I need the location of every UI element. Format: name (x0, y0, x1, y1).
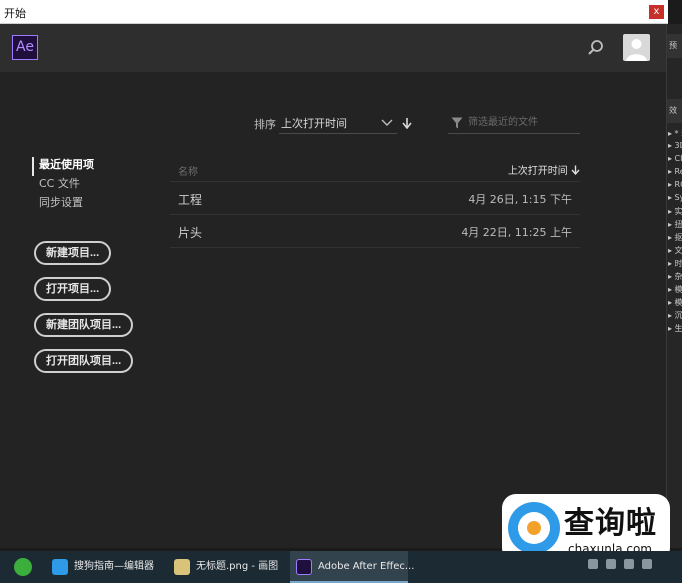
table-row[interactable]: 工程 4月 26日, 1:15 下午 (170, 182, 580, 215)
side-panel-item[interactable]: ▸ CIN (668, 154, 682, 167)
taskbar-item-label: 搜狗指南—编辑器 (74, 561, 154, 572)
filter-input[interactable] (468, 114, 578, 131)
side-panel-item[interactable]: ▸ 模 (668, 284, 682, 297)
sort-label: 排序 (254, 118, 276, 131)
new-project-button[interactable]: 新建项目... (34, 241, 112, 265)
ae-app-icon (296, 559, 312, 575)
effects-panel-tab[interactable]: 效 (667, 99, 682, 123)
side-panel-item[interactable]: ▸ * 动 (668, 128, 682, 141)
row-name: 工程 (178, 193, 203, 207)
sidebar-nav: 最近使用项 CC 文件 同步设置 (32, 157, 94, 214)
watermark-cn-text: 查询啦 (564, 506, 657, 541)
tray-misc-icon[interactable] (642, 559, 652, 569)
side-panel-item[interactable]: ▸ RG (668, 180, 682, 193)
side-panel-item[interactable]: ▸ 杂 (668, 271, 682, 284)
user-avatar-icon[interactable] (623, 34, 650, 61)
side-panel-item[interactable]: ▸ 文 (668, 245, 682, 258)
start-dialog: Ae 排序 上次打开时间 最近使用项 CC 文件 (0, 24, 666, 548)
sidebar-item-cc-files[interactable]: CC 文件 (32, 176, 94, 195)
watermark-q-icon (508, 502, 560, 554)
side-panel-tab-label: 预 (669, 41, 677, 50)
side-panel-item[interactable]: ▸ 生 (668, 323, 682, 336)
column-header-name[interactable]: 名称 (178, 163, 198, 178)
ae-logo: Ae (12, 35, 38, 60)
column-header-last-opened-label: 上次打开时间 (507, 166, 568, 177)
open-project-button[interactable]: 打开项目... (34, 277, 112, 301)
chevron-down-icon (381, 117, 393, 130)
sort-direction-arrow-icon[interactable] (402, 117, 412, 132)
window-close-button[interactable]: x (649, 5, 664, 19)
row-time: 4月 26日, 1:15 下午 (468, 193, 572, 206)
table-row[interactable]: 片头 4月 22日, 11:25 上午 (170, 215, 580, 248)
tray-wechat-icon[interactable] (588, 559, 598, 569)
sogou-app-icon (52, 559, 68, 575)
search-icon[interactable] (586, 38, 606, 58)
taskbar-item-paint[interactable]: 无标题.png - 画图 (168, 551, 286, 583)
side-panel-tab[interactable]: 预 (667, 34, 682, 58)
side-panel-item[interactable]: ▸ 时 (668, 258, 682, 271)
open-team-project-button[interactable]: 打开团队项目... (34, 349, 134, 373)
side-panel-item[interactable]: ▸ 模 (668, 297, 682, 310)
row-name: 片头 (178, 226, 203, 240)
row-time: 4月 22日, 11:25 上午 (461, 226, 572, 239)
side-panel-item[interactable]: ▸ 3D (668, 141, 682, 154)
start-orb-icon[interactable] (14, 558, 32, 576)
dialog-header: Ae (0, 24, 666, 72)
side-panel-item[interactable]: ▸ Syn (668, 193, 682, 206)
sort-dropdown[interactable]: 上次打开时间 (279, 112, 397, 134)
tray-network-icon[interactable] (606, 559, 616, 569)
window-titlebar: 开始 x (0, 0, 668, 24)
taskbar-item-sogou[interactable]: 搜狗指南—编辑器 (46, 551, 164, 583)
side-panel-item[interactable]: ▸ 实 (668, 206, 682, 219)
filter-funnel-icon (451, 117, 463, 132)
system-tray (588, 559, 682, 575)
taskbar-item-label: Adobe After Effec... (318, 561, 415, 572)
sort-arrow-down-icon (571, 165, 580, 176)
side-panel-item[interactable]: ▸ 抠 (668, 232, 682, 245)
ae-side-panel: 预 效 ▸ * 动 ▸ 3D ▸ CIN ▸ Red ▸ RG ▸ Syn ▸ … (666, 24, 682, 548)
column-header-last-opened[interactable]: 上次打开时间 (508, 162, 580, 177)
filter-field[interactable] (448, 112, 580, 134)
sidebar-item-recent[interactable]: 最近使用项 (32, 157, 94, 176)
new-team-project-button[interactable]: 新建团队项目... (34, 313, 134, 337)
table-header: 名称 上次打开时间 (170, 158, 580, 182)
side-panel-item[interactable]: ▸ 扭 (668, 219, 682, 232)
taskbar-item-after-effects[interactable]: Adobe After Effec... (290, 551, 414, 583)
paint-app-icon (174, 559, 190, 575)
windows-taskbar: 搜狗指南—编辑器 无标题.png - 画图 Adobe After Effec.… (0, 551, 682, 583)
sidebar-item-sync-settings[interactable]: 同步设置 (32, 195, 94, 214)
taskbar-item-label: 无标题.png - 画图 (196, 561, 279, 572)
window-title: 开始 (4, 7, 26, 20)
recent-files-table: 名称 上次打开时间 工程 4月 26日, 1:15 下午 片头 4月 22日, … (170, 158, 580, 248)
effects-panel-tab-label: 效 (669, 106, 677, 115)
side-panel-item[interactable]: ▸ 沉 (668, 310, 682, 323)
tray-volume-icon[interactable] (624, 559, 634, 569)
sort-dropdown-value: 上次打开时间 (281, 117, 347, 130)
side-panel-item[interactable]: ▸ Red (668, 167, 682, 180)
